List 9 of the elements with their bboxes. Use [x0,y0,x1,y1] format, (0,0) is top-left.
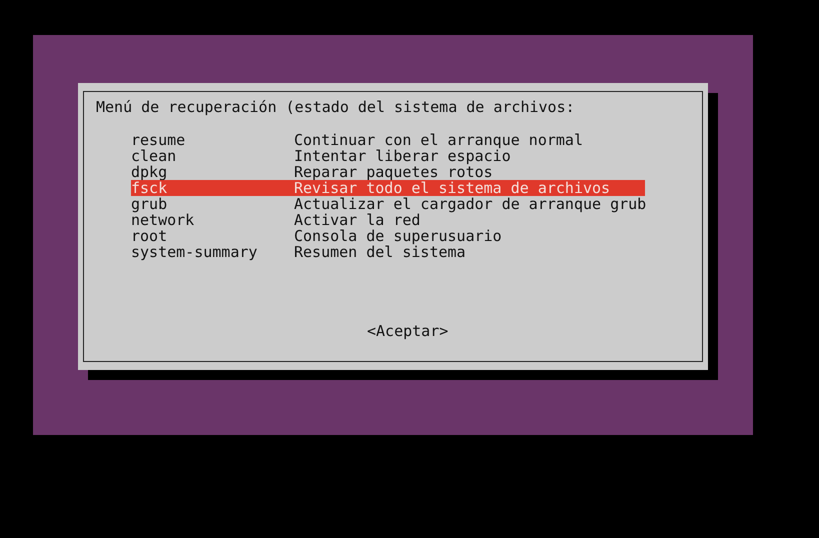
menu-item[interactable]: grub Actualizar el cargador de arranque grub [131,196,645,212]
menu-item[interactable]: resume Continuar con el arranque normal [131,132,645,148]
accept-button[interactable]: <Aceptar> [367,323,448,339]
dialog-title: Menú de recuperación (estado del sistema de archivos: [96,99,576,115]
menu-item[interactable]: root Consola de superusuario [131,228,645,244]
menu-item[interactable]: dpkg Reparar paquetes rotos [131,164,645,180]
menu-item[interactable]: clean Intentar liberar espacio [131,148,645,164]
menu-item[interactable]: system-summary Resumen del sistema [131,244,645,260]
menu-item[interactable]: network Activar la red [131,212,645,228]
